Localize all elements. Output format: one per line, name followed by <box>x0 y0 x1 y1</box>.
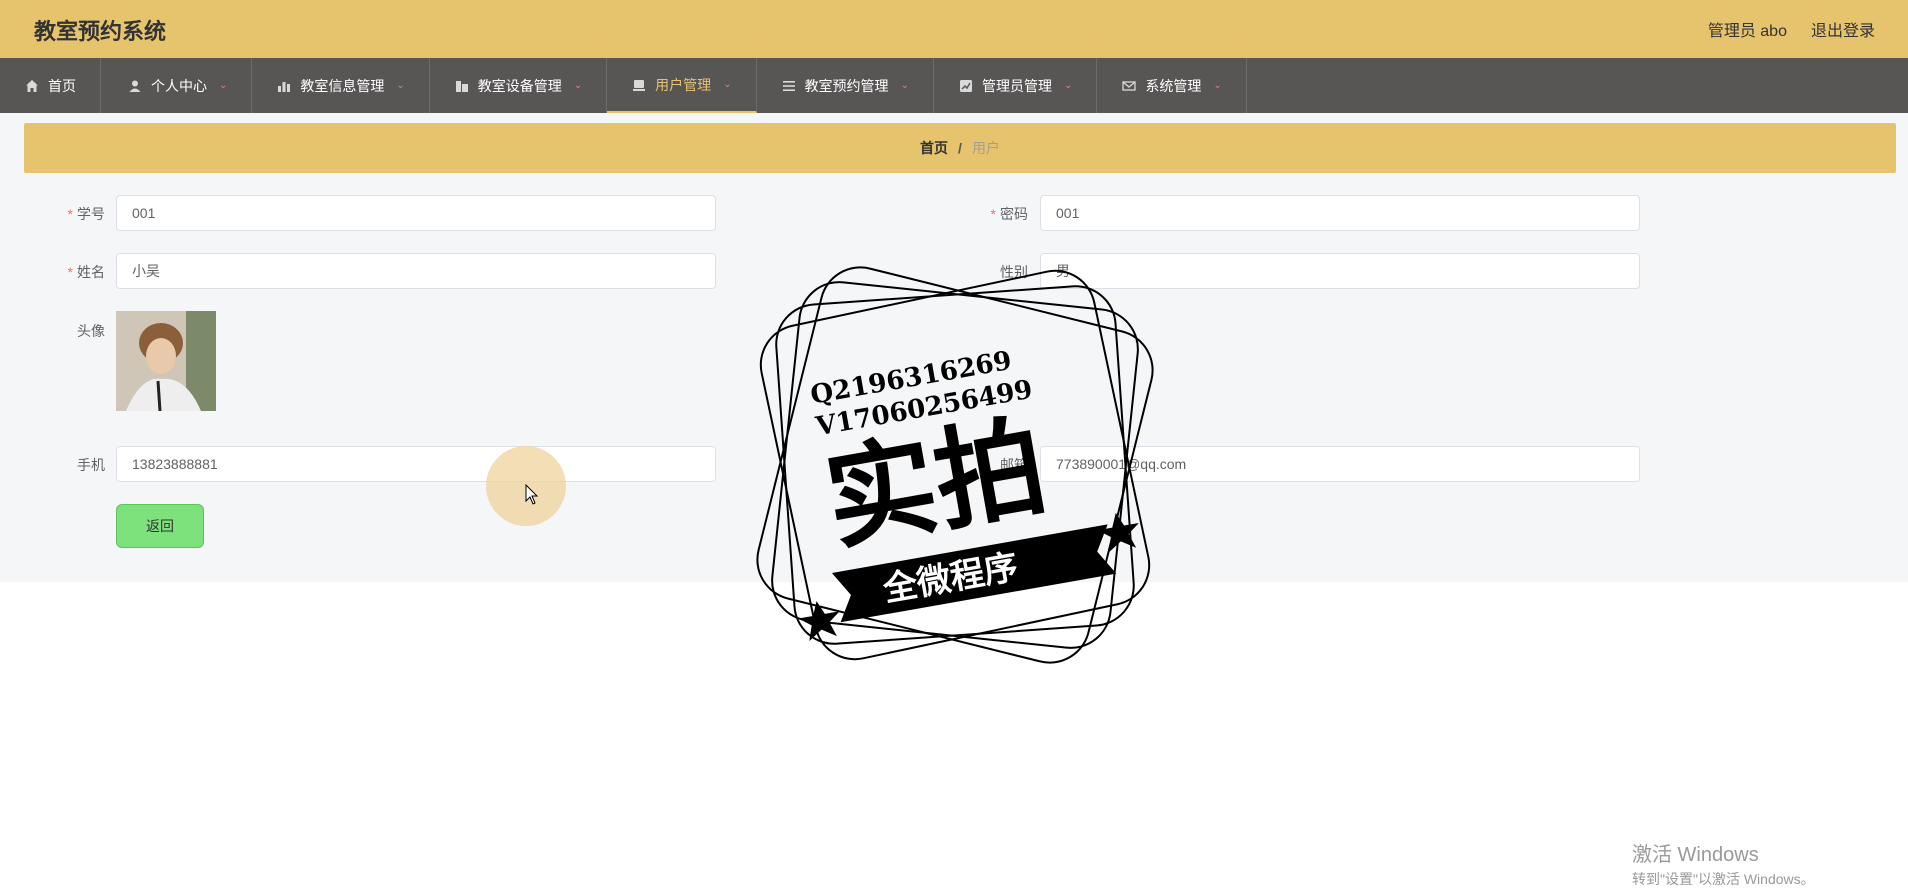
required-mark: * <box>67 206 73 222</box>
nav-item-reservation-management[interactable]: 教室预约管理 ⌄ <box>757 58 934 113</box>
chevron-down-icon: ⌄ <box>396 80 405 91</box>
logout-link[interactable]: 退出登录 <box>1811 17 1875 41</box>
back-button[interactable]: 返回 <box>116 504 204 548</box>
nav-label: 系统管理 <box>1145 77 1202 94</box>
nav-label: 教室信息管理 <box>300 77 385 94</box>
nav-item-system-management[interactable]: 系统管理 ⌄ <box>1097 58 1247 113</box>
windows-activation-notice: 激活 Windows 转到"设置"以激活 Windows。 <box>1632 838 1815 889</box>
nav-item-home[interactable]: 首页 <box>0 58 101 113</box>
phone-input[interactable]: 13823888881 <box>116 446 716 482</box>
header-user-area: 管理员 abo 退出登录 <box>1708 17 1875 41</box>
star-icon <box>798 601 840 641</box>
name-label: * 姓名 <box>67 264 105 280</box>
breadcrumb-current: 用户 <box>971 140 1000 156</box>
breadcrumb-separator: / <box>958 140 962 156</box>
chevron-down-icon: ⌄ <box>1213 80 1222 91</box>
main-nav: 首页 个人中心 ⌄ 教室信息管理 ⌄ 教室设备管理 ⌄ 用户管理 ⌄ 教室预约管… <box>0 58 1908 113</box>
chevron-down-icon: ⌄ <box>573 80 583 91</box>
breadcrumb-home[interactable]: 首页 <box>920 138 948 158</box>
chevron-down-icon: ⌄ <box>219 80 228 91</box>
name-input[interactable]: 小吴 <box>116 253 716 289</box>
password-input[interactable]: 001 <box>1040 195 1640 231</box>
chevron-down-icon: ⌄ <box>723 79 732 90</box>
student-id-label: * 学号 <box>67 206 105 222</box>
nav-item-classroom-equipment[interactable]: 教室设备管理 ⌄ <box>430 58 608 113</box>
bar-chart-icon <box>276 78 292 94</box>
breadcrumb: 首页 / 用户 <box>24 123 1896 173</box>
avatar-label: 头像 <box>77 323 105 339</box>
activation-title: 激活 Windows <box>1632 844 1759 866</box>
app-title: 教室预约系统 <box>34 19 167 44</box>
person-icon <box>127 78 143 94</box>
chevron-down-icon: ⌄ <box>900 80 909 91</box>
chevron-down-icon: ⌄ <box>1063 80 1073 91</box>
mail-icon <box>1121 78 1137 94</box>
building-icon <box>454 78 470 94</box>
nav-label: 管理员管理 <box>981 77 1052 94</box>
nav-item-admin-management[interactable]: 管理员管理 ⌄ <box>934 58 1098 113</box>
phone-label: 手机 <box>77 457 105 473</box>
nav-label: 教室预约管理 <box>804 77 889 94</box>
required-mark: * <box>990 206 996 222</box>
avatar-image[interactable] <box>116 311 216 411</box>
list-icon <box>781 78 797 94</box>
nav-item-classroom-info[interactable]: 教室信息管理 ⌄ <box>252 58 430 113</box>
nav-item-user-management[interactable]: 用户管理 ⌄ <box>607 58 757 113</box>
nav-label: 个人中心 <box>151 77 207 94</box>
nav-label: 首页 <box>48 77 76 94</box>
password-label: * 密码 <box>990 206 1028 222</box>
top-header: 教室预约系统 管理员 abo 退出登录 <box>0 0 1908 58</box>
nav-label: 用户管理 <box>655 76 712 93</box>
student-id-input[interactable]: 001 <box>116 195 716 231</box>
trend-icon <box>958 78 974 94</box>
user-card-icon <box>631 77 647 93</box>
home-icon <box>24 78 40 94</box>
mouse-pointer-icon <box>525 484 539 505</box>
required-mark: * <box>67 264 73 280</box>
activation-subtitle: 转到"设置"以激活 Windows。 <box>1632 871 1815 887</box>
current-user-label[interactable]: 管理员 abo <box>1708 17 1787 41</box>
nav-label: 教室设备管理 <box>477 77 562 94</box>
star-icon <box>1097 512 1139 553</box>
stamp-watermark: Q2196316269 V17060256499 实拍 全微程序 <box>756 266 1154 664</box>
nav-item-personal-center[interactable]: 个人中心 ⌄ <box>101 58 253 113</box>
